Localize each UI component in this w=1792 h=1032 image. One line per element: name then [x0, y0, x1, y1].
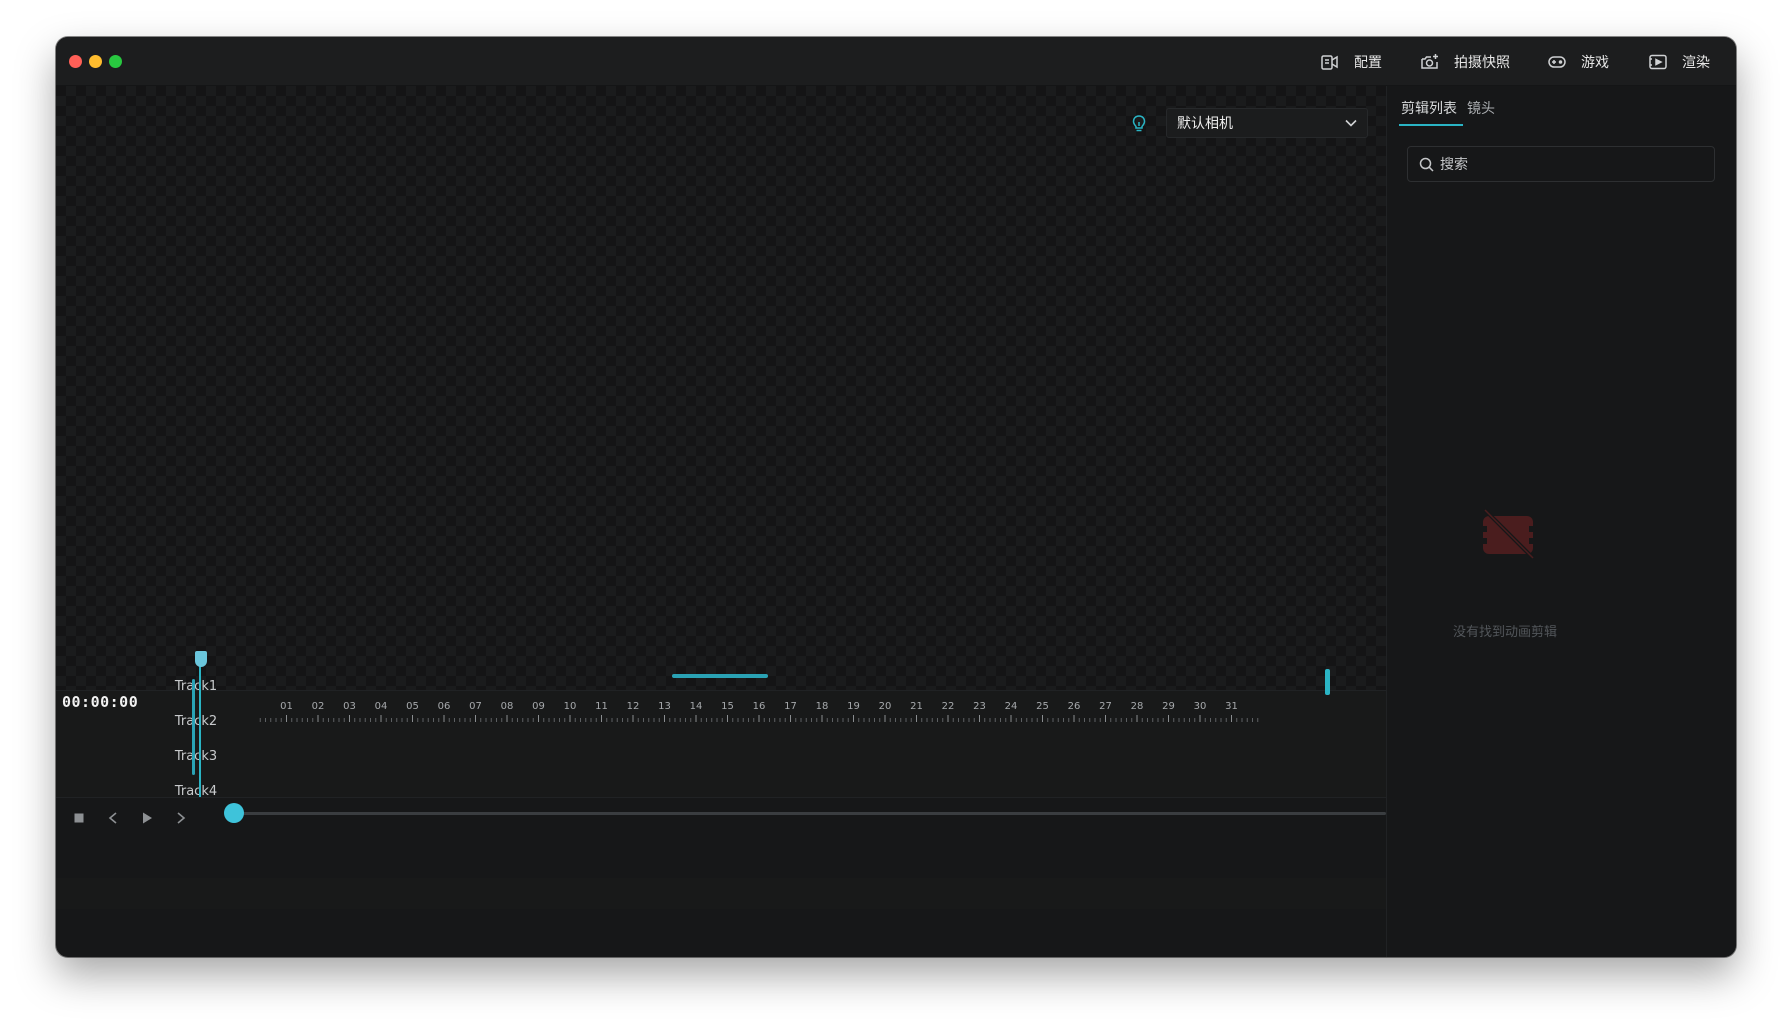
ruler-tick-label: 13: [658, 701, 671, 712]
play-icon[interactable]: [138, 809, 156, 827]
tab-clip-list[interactable]: 剪辑列表: [1401, 98, 1457, 118]
track-scroll-handle[interactable]: [192, 679, 195, 775]
ruler-tick-label: 14: [690, 701, 703, 712]
chevron-down-icon: [1345, 119, 1357, 127]
next-icon[interactable]: [172, 809, 190, 827]
search-icon: [1419, 157, 1434, 172]
gamepad-icon: [1548, 56, 1566, 68]
ruler-tick-label: 09: [532, 701, 545, 712]
ruler-tick-label: 08: [501, 701, 514, 712]
ruler-tick-label: 18: [816, 701, 829, 712]
ruler-tick-label: 16: [753, 701, 766, 712]
timeline-vertical-scroll[interactable]: [1325, 669, 1330, 695]
snapshot-label: 拍摄快照: [1454, 55, 1510, 71]
titlebar: 配置 拍摄快照 游戏 渲染: [56, 37, 1736, 86]
ruler-tick-label: 04: [375, 701, 388, 712]
ruler-tick-label: 22: [942, 701, 955, 712]
game-label: 游戏: [1581, 55, 1609, 71]
track-label[interactable]: Track2: [136, 714, 256, 729]
camera-select[interactable]: 默认相机: [1166, 108, 1368, 138]
no-clip-icon: [1483, 508, 1535, 560]
ruler-tick-label: 26: [1068, 701, 1081, 712]
render-play-icon: [1649, 54, 1667, 70]
playhead-handle[interactable]: [195, 651, 207, 667]
snapshot-button[interactable]: 拍摄快照: [1420, 49, 1510, 75]
ruler-tick-label: 17: [784, 701, 797, 712]
playback-progress-thumb[interactable]: [224, 803, 244, 823]
ruler-tick-label: 19: [847, 701, 860, 712]
ruler-tick-label: 20: [879, 701, 892, 712]
ruler-tick-label: 05: [406, 701, 419, 712]
render-button[interactable]: 渲染: [1648, 49, 1710, 75]
app-window: 配置 拍摄快照 游戏 渲染 默认相机 剪辑列表 镜头 搜索 没有找到动画剪辑 0…: [56, 37, 1736, 957]
ruler-tick-label: 24: [1005, 701, 1018, 712]
tab-shots[interactable]: 镜头: [1467, 98, 1495, 118]
track-label[interactable]: Track1: [136, 679, 256, 694]
ruler-tick-label: 29: [1162, 701, 1175, 712]
ruler-tick-label: 12: [627, 701, 640, 712]
right-panel: 剪辑列表 镜头 搜索: [1386, 86, 1736, 957]
ruler-tick-label: 21: [910, 701, 923, 712]
empty-state-message: 没有找到动画剪辑: [1452, 625, 1557, 640]
active-tab-indicator: [1399, 124, 1463, 126]
ruler-tick-label: 31: [1225, 701, 1238, 712]
maximize-window-button[interactable]: [109, 55, 122, 68]
render-label: 渲染: [1682, 55, 1710, 71]
config-button[interactable]: 配置: [1320, 49, 1382, 75]
search-input[interactable]: 搜索: [1407, 146, 1715, 182]
ruler-tick-label: 02: [312, 701, 325, 712]
ruler-tick-label: 03: [343, 701, 356, 712]
transport-bar: [56, 797, 1386, 878]
stop-icon[interactable]: [70, 809, 88, 827]
ruler-tick-label: 15: [721, 701, 734, 712]
lightbulb-icon[interactable]: [1130, 114, 1148, 134]
prev-icon[interactable]: [104, 809, 122, 827]
ruler-tick-label: 28: [1131, 701, 1144, 712]
config-label: 配置: [1354, 55, 1382, 71]
ruler-tick-label: 06: [438, 701, 451, 712]
search-placeholder: 搜索: [1440, 157, 1468, 173]
camera-select-value: 默认相机: [1177, 116, 1233, 132]
ruler-tick-label: 23: [973, 701, 986, 712]
track-label[interactable]: Track3: [136, 749, 256, 764]
video-config-icon: [1321, 55, 1338, 70]
ruler-tick-label: 07: [469, 701, 482, 712]
game-button[interactable]: 游戏: [1547, 49, 1609, 75]
scene-viewport[interactable]: 默认相机: [56, 86, 1386, 739]
viewport-resize-handle[interactable]: [672, 674, 768, 678]
ruler-tick-label: 11: [595, 701, 608, 712]
playback-progress-track[interactable]: [234, 812, 1386, 815]
ruler-tick-label: 25: [1036, 701, 1049, 712]
minimize-window-button[interactable]: [89, 55, 102, 68]
ruler-tick-label: 27: [1099, 701, 1112, 712]
ruler-tick-label: 30: [1194, 701, 1207, 712]
ruler-tick-label: 01: [280, 701, 293, 712]
close-window-button[interactable]: [69, 55, 82, 68]
camera-snapshot-icon: [1421, 54, 1438, 69]
ruler-tick-label: 10: [564, 701, 577, 712]
